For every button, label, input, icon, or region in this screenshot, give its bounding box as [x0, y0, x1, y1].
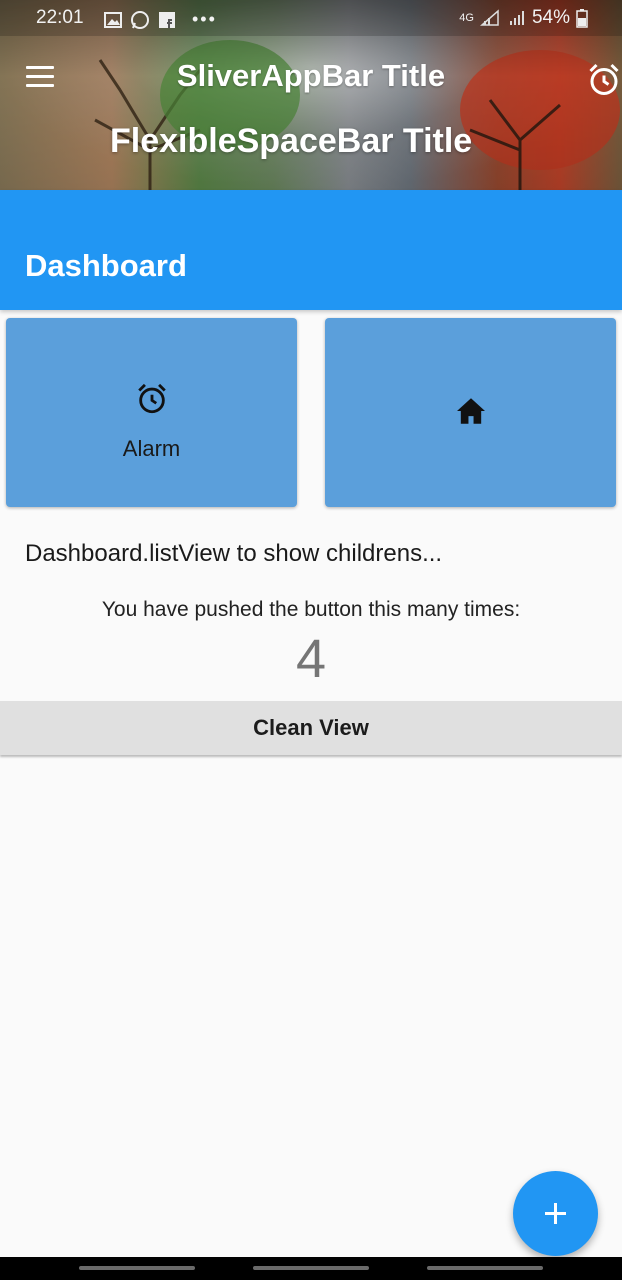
status-time: 22:01: [36, 7, 84, 28]
system-nav-bar: [0, 1257, 622, 1280]
nav-pill-right[interactable]: [427, 1266, 543, 1270]
flexible-space-bar: 22:01 ••• 4G 54% SliverAppBar Title Flex…: [0, 0, 622, 190]
home-card[interactable]: [325, 318, 616, 507]
app-bar-title: SliverAppBar Title: [176, 58, 446, 93]
alarm-icon: [138, 383, 166, 414]
battery-percent: 54%: [531, 7, 570, 28]
add-fab-button[interactable]: [513, 1171, 598, 1256]
signal-icon-2: [509, 11, 524, 25]
battery-icon: [576, 9, 588, 28]
status-bar: 22:01 ••• 4G 54%: [0, 0, 622, 36]
nav-pill-left[interactable]: [79, 1266, 195, 1270]
list-view-text: Dashboard.listView to show childrens...: [25, 540, 443, 567]
home-icon: [457, 398, 485, 424]
flexible-space-title: FlexibleSpaceBar Title: [110, 122, 473, 160]
dashboard-title: Dashboard: [25, 248, 187, 283]
network-type: 4G: [459, 12, 474, 24]
image-icon: [104, 11, 122, 28]
facebook-icon: [159, 11, 175, 28]
alarm-icon[interactable]: [586, 62, 622, 98]
dashboard-header: Dashboard: [0, 190, 622, 310]
nav-pill-center[interactable]: [253, 1266, 369, 1270]
alarm-card[interactable]: Alarm: [6, 318, 297, 507]
whatsapp-icon: [131, 10, 149, 29]
more-dots-icon: •••: [192, 9, 217, 29]
clean-view-button[interactable]: Clean View: [0, 701, 622, 755]
alarm-card-label: Alarm: [122, 436, 181, 461]
counter-value: 4: [295, 629, 327, 689]
signal-icon: [479, 9, 499, 26]
sliver-app-bar: SliverAppBar Title: [0, 52, 622, 104]
pushed-count-label: You have pushed the button this many tim…: [101, 598, 521, 621]
